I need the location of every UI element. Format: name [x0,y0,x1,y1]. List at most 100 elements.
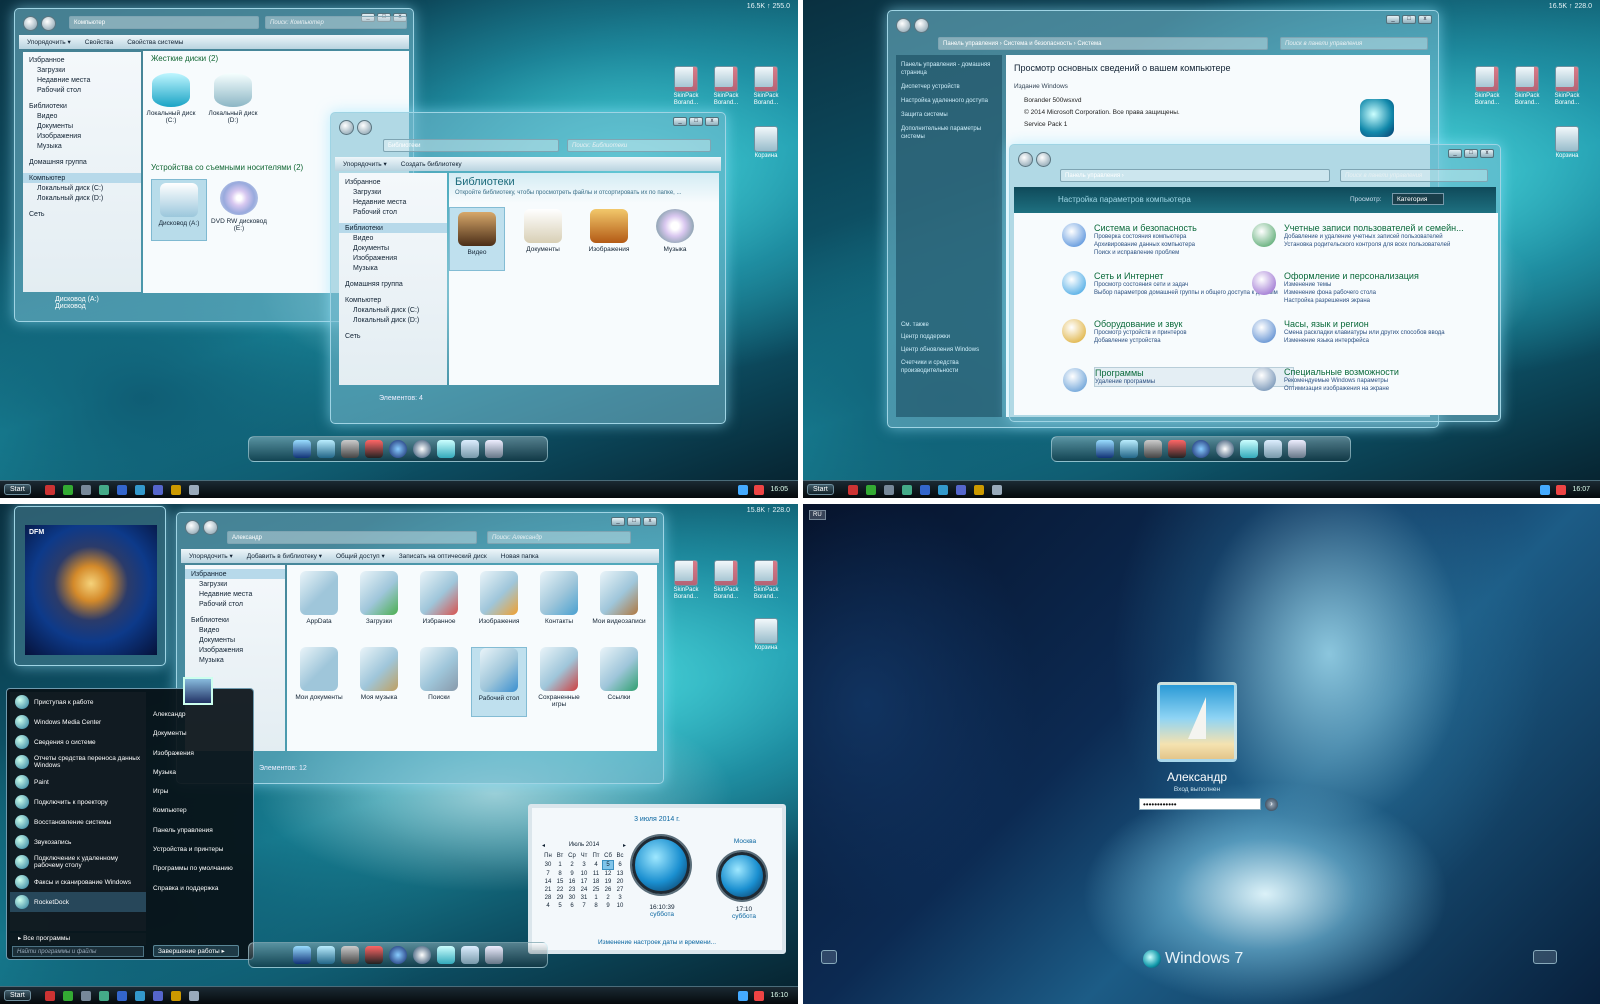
nav-item[interactable]: Музыка [185,655,285,665]
close-button[interactable]: x [1480,149,1494,158]
calendar-day[interactable]: 9 [602,902,614,910]
nav-item[interactable]: Домашняя группа [23,157,141,167]
toolbar-button[interactable]: Свойства системы [127,39,183,46]
calendar-day[interactable]: 23 [566,886,578,894]
network-icon[interactable] [1120,440,1138,458]
tray-icon[interactable] [754,990,765,1001]
toolbar-button[interactable]: Упорядочить ▾ [27,38,71,46]
start-menu-program[interactable]: RocketDock [10,892,146,912]
joystick-icon[interactable] [1168,440,1186,458]
start-menu-program[interactable]: Paint [10,772,146,792]
calendar-day[interactable]: 10 [614,902,626,910]
nav-item[interactable]: Домашняя группа [339,279,447,289]
app-icon[interactable] [98,990,109,1001]
documents-library-icon[interactable]: Документы [515,209,571,253]
joystick-icon[interactable] [365,946,383,964]
app-icon[interactable] [901,484,912,495]
category-title[interactable]: Оформление и персонализация [1284,271,1484,281]
folder-item[interactable]: Сохраненные игры [531,647,587,708]
close-button[interactable]: x [705,117,719,126]
drive-icon[interactable] [1240,440,1258,458]
see-also-link[interactable]: Центр обновления Windows [901,346,997,354]
drive-icon[interactable] [437,946,455,964]
nav-item[interactable]: Локальный диск (D:) [23,193,141,203]
nav-item[interactable]: Локальный диск (D:) [339,315,447,325]
app-icon[interactable] [134,484,145,495]
dvd-drive-icon[interactable]: DVD RW дисковод (E:) [211,181,267,232]
calendar-day[interactable]: 26 [602,886,614,894]
task-link[interactable]: Диспетчер устройств [901,83,997,91]
folder-item[interactable]: Избранное [411,571,467,625]
forward-icon[interactable] [914,17,929,33]
start-menu-program[interactable]: Факсы и сканирование Windows [10,872,146,892]
nav-item[interactable]: Видео [339,233,447,243]
calendar-day[interactable]: 11 [590,870,602,878]
picture-gadget[interactable]: DFM [14,506,166,666]
desktop-shortcut-2[interactable]: SkinPack Borand... [706,560,746,601]
search-input[interactable]: Поиск: Библиотеки [567,139,711,152]
nav-item[interactable]: Рабочий стол [23,85,141,95]
calendar-day[interactable]: 2 [602,894,614,902]
nav-item[interactable]: Локальный диск (C:) [23,183,141,193]
toolbar-button[interactable]: Создать библиотеку [401,161,462,168]
calendar-day[interactable]: 18 [590,878,602,886]
start-button[interactable]: Start [4,990,31,1001]
user-tile[interactable] [1157,682,1237,762]
close-button[interactable]: x [1418,15,1432,24]
app-icon[interactable] [44,484,55,495]
calendar-day[interactable]: 20 [614,878,626,886]
start-search-input[interactable]: Найти программы и файлы [12,946,144,957]
start-button[interactable]: Start [807,484,834,495]
toolbar-button[interactable]: Новая папка [501,553,539,560]
control-panel-window[interactable]: _ □ x Панель управления › Поиск в панели у… [1009,144,1501,422]
nav-item[interactable]: Недавние места [23,75,141,85]
folder-icon[interactable] [1264,440,1282,458]
back-icon[interactable] [339,119,354,135]
tray-icon[interactable] [1556,484,1567,495]
password-input[interactable]: •••••••••••• [1139,798,1261,810]
start-menu-place[interactable]: Изображения [153,750,233,769]
folder-item[interactable]: Мои документы [291,647,347,701]
calendar-gadget[interactable]: 3 июля 2014 г. ◂ Июль 2014 ▸ Пн Вт Ср Чт Пт Сб В… [528,804,786,954]
app-icon[interactable] [116,484,127,495]
address-bar[interactable]: Панель управления › [1060,169,1330,182]
video-library-icon[interactable]: Видео [449,207,505,271]
start-menu-program[interactable]: Звукозапись [10,832,146,852]
globe-icon[interactable] [1192,440,1210,458]
nav-item[interactable]: Документы [339,243,447,253]
calendar-day[interactable]: 13 [614,870,626,878]
desktop-shortcut-2[interactable]: SkinPack Borand... [1507,66,1547,107]
nav-item[interactable]: Компьютер [23,173,141,183]
nav-item[interactable]: Видео [185,625,285,635]
nav-item[interactable]: Библиотеки [185,615,285,625]
app-icon[interactable] [847,484,858,495]
recycle-bin-icon[interactable] [485,946,503,964]
category-link[interactable]: Оптимизация изображения на экране [1284,385,1484,393]
start-menu-program[interactable]: Windows Media Center [10,712,146,732]
media-icon[interactable] [341,946,359,964]
calendar-day[interactable]: 15 [554,878,566,886]
cp-category[interactable]: Часы, язык и регион Смена раскладки клави… [1252,319,1484,345]
app-icon[interactable] [134,990,145,1001]
calendar-day[interactable]: 5 [554,902,566,910]
calendar-day[interactable]: 3 [578,861,590,869]
joystick-icon[interactable] [365,440,383,458]
calendar-day[interactable]: 16 [566,878,578,886]
forward-icon[interactable] [41,15,56,31]
help-icon[interactable] [1216,440,1234,458]
nav-item[interactable]: Документы [185,635,285,645]
start-menu-place[interactable]: Панель управления [153,827,233,846]
maximize-button[interactable]: □ [1464,149,1478,158]
calendar-day[interactable]: 25 [590,886,602,894]
calendar-day[interactable]: 8 [590,902,602,910]
nav-item[interactable]: Изображения [185,645,285,655]
minimize-button[interactable]: _ [1448,149,1462,158]
forward-icon[interactable] [357,119,372,135]
calendar-day[interactable]: 31 [578,894,590,902]
calendar-day[interactable]: 30 [542,861,554,869]
start-menu-place[interactable]: Александр [153,711,233,730]
calendar-day[interactable]: 9 [566,870,578,878]
category-link[interactable]: Смена раскладки клавиатуры или других сп… [1284,329,1484,337]
app-icon[interactable] [44,990,55,1001]
app-icon[interactable] [80,484,91,495]
